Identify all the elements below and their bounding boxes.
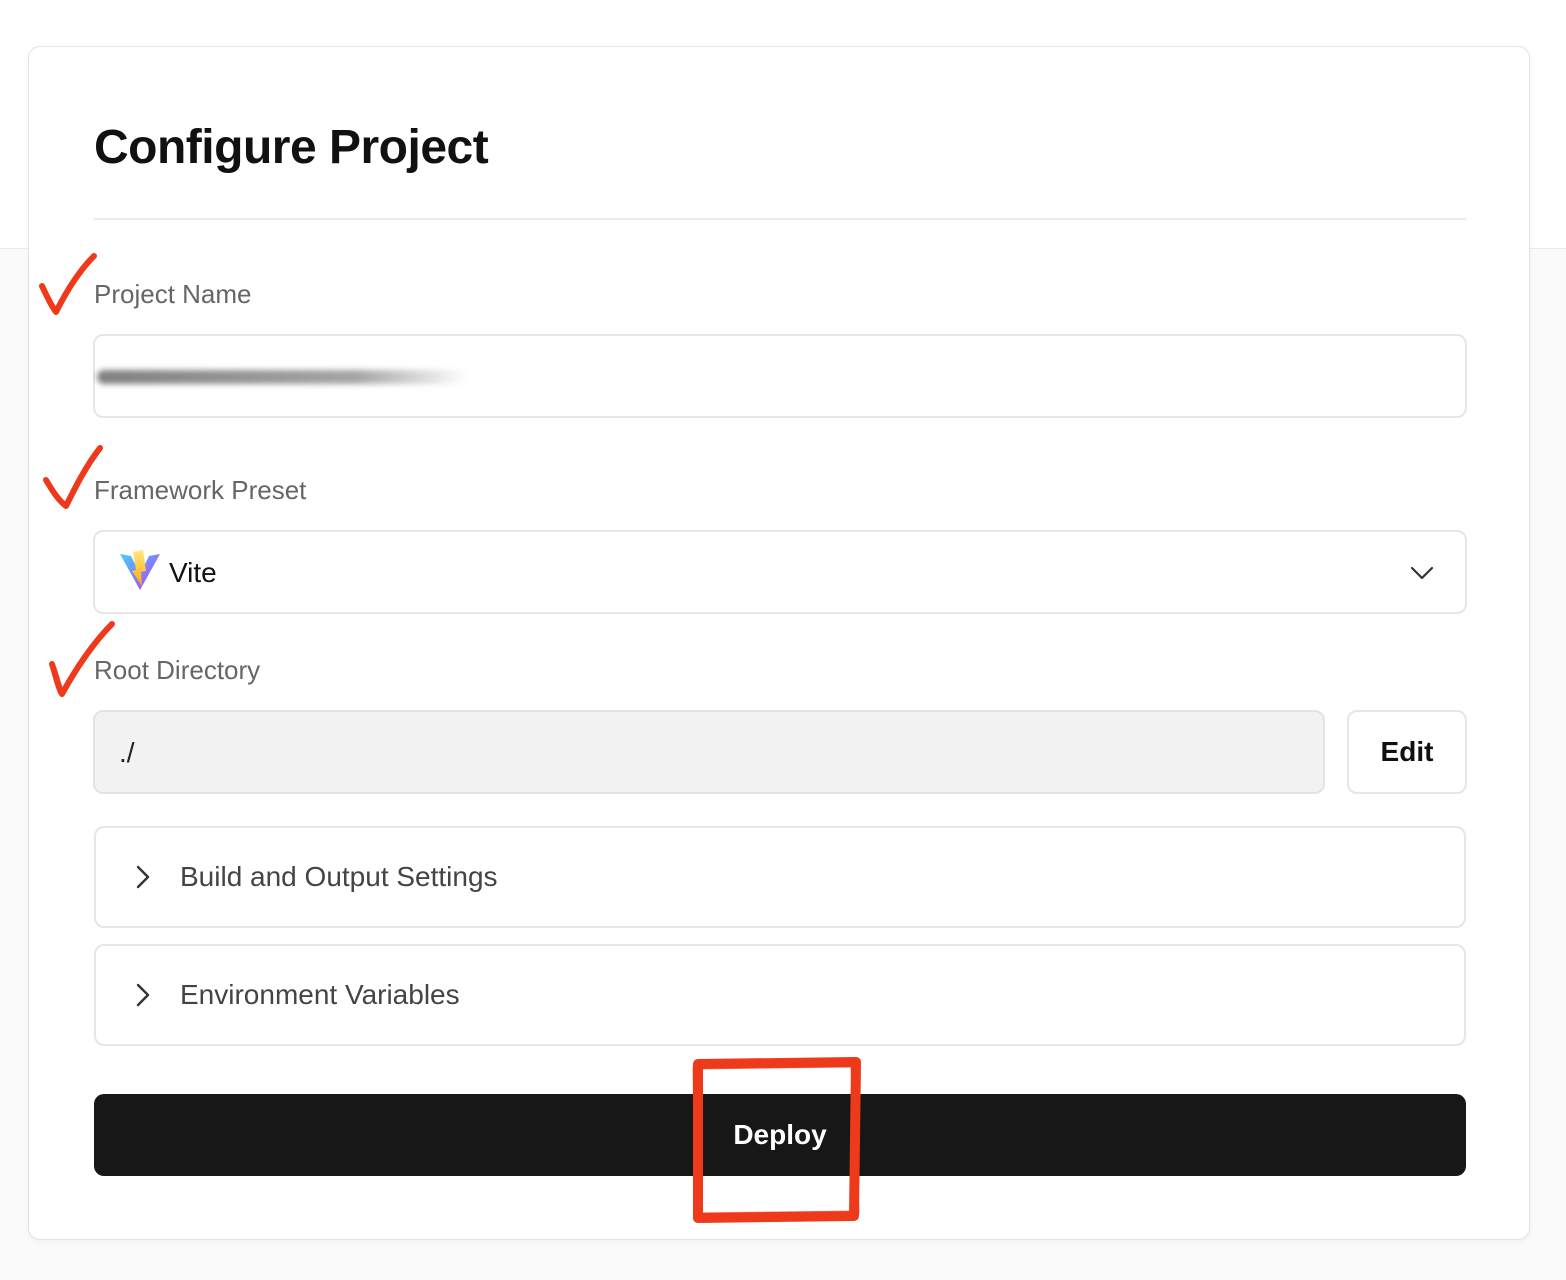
environment-variables-section[interactable]: Environment Variables — [94, 944, 1466, 1046]
project-name-label: Project Name — [94, 279, 252, 309]
configure-project-card — [28, 46, 1530, 1240]
chevron-right-icon — [136, 983, 150, 1007]
environment-variables-label: Environment Variables — [180, 979, 460, 1010]
build-output-settings-label: Build and Output Settings — [180, 861, 498, 892]
build-output-settings-section[interactable]: Build and Output Settings — [94, 826, 1466, 928]
redacted-project-name — [97, 370, 467, 384]
project-name-input[interactable] — [93, 334, 1467, 418]
deploy-button[interactable]: Deploy — [94, 1094, 1466, 1176]
chevron-down-icon — [1410, 566, 1434, 580]
framework-preset-value: Vite — [169, 557, 217, 588]
root-directory-value: ./ — [119, 737, 135, 768]
framework-preset-label: Framework Preset — [94, 475, 307, 505]
edit-root-directory-button[interactable]: Edit — [1347, 710, 1467, 794]
vite-logo-icon — [120, 550, 160, 590]
root-directory-input: ./ — [93, 710, 1325, 794]
framework-preset-select[interactable]: Vite — [93, 530, 1467, 614]
chevron-right-icon — [136, 865, 150, 889]
title-divider — [94, 218, 1466, 220]
root-directory-label: Root Directory — [94, 655, 261, 685]
page-title: Configure Project — [94, 121, 489, 174]
